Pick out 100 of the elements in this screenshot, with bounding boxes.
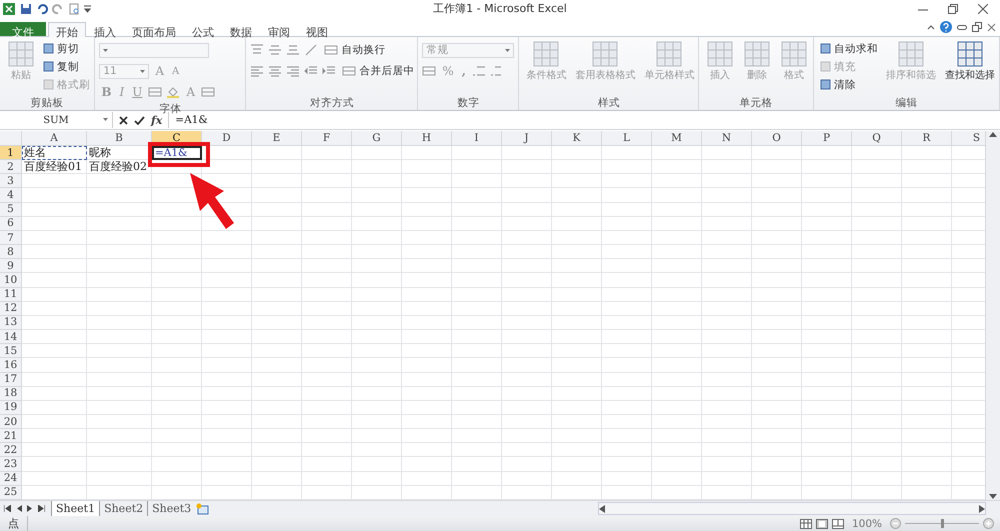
table-cell[interactable]: =A1& xyxy=(152,146,202,160)
insert-function-button[interactable]: fx xyxy=(151,114,162,126)
row-header[interactable]: 25 xyxy=(0,486,22,500)
table-cell[interactable]: 昵称 xyxy=(87,146,111,160)
cancel-icon xyxy=(119,116,128,124)
column-header[interactable]: E xyxy=(252,131,302,146)
ribbon-tab[interactable]: 审阅 xyxy=(260,22,298,36)
row-header[interactable]: 22 xyxy=(0,443,22,458)
page-layout-icon xyxy=(816,518,828,528)
row-header[interactable]: 18 xyxy=(0,386,22,401)
row-header[interactable]: 15 xyxy=(0,344,22,358)
column-header[interactable]: A xyxy=(22,131,87,146)
column-header[interactable]: O xyxy=(752,131,802,146)
row-header[interactable]: 11 xyxy=(0,288,22,302)
save-icon xyxy=(20,2,32,14)
column-header[interactable]: M xyxy=(652,131,702,146)
name-box[interactable]: SUM xyxy=(0,112,113,128)
ribbon-button[interactable]: 复制 xyxy=(41,58,92,75)
row-header[interactable]: 16 xyxy=(0,358,22,372)
collapse-ribbon-icon xyxy=(927,24,935,30)
group-label: 剪贴板 xyxy=(30,96,65,110)
zoom-in-icon xyxy=(983,518,994,529)
border-icon xyxy=(148,86,162,98)
ribbon-tab[interactable]: 视图 xyxy=(298,22,336,36)
row-header[interactable]: 9 xyxy=(0,259,22,274)
row-header[interactable]: 4 xyxy=(0,188,22,203)
center-align-icon xyxy=(268,65,282,77)
horizontal-scrollbar[interactable] xyxy=(598,502,986,515)
ribbon-tab[interactable]: 页面布局 xyxy=(124,22,184,36)
minimize-icon xyxy=(957,23,967,31)
previous-sheet-icon xyxy=(16,505,22,512)
middle-align-icon xyxy=(268,44,282,56)
top-align-icon xyxy=(250,44,264,56)
ribbon-button[interactable]: 自动求和 xyxy=(818,40,880,57)
caret-icon xyxy=(505,48,510,52)
group-label: 对齐方式 xyxy=(308,96,355,110)
column-header[interactable]: H xyxy=(402,131,452,146)
row-header[interactable]: 24 xyxy=(0,472,22,486)
row-header[interactable]: 21 xyxy=(0,429,22,444)
page-break-icon xyxy=(832,518,844,528)
ribbon-tab[interactable]: 公式 xyxy=(184,22,222,36)
redo-icon xyxy=(52,2,64,14)
right-align-icon xyxy=(286,65,300,77)
row-header[interactable]: 2 xyxy=(0,160,22,174)
ribbon-button[interactable]: 查找和选择 xyxy=(942,40,998,82)
next-sheet-icon xyxy=(27,505,33,512)
highlight-frame xyxy=(148,142,210,167)
column-header[interactable]: B xyxy=(87,131,152,146)
column-header[interactable]: L xyxy=(602,131,652,146)
column-header[interactable]: I xyxy=(452,131,502,146)
row-header[interactable]: 13 xyxy=(0,316,22,330)
row-header[interactable]: 14 xyxy=(0,330,22,344)
column-header[interactable]: G xyxy=(352,131,402,146)
table-cell[interactable]: 百度经验01 xyxy=(22,160,82,174)
row-header[interactable]: 20 xyxy=(0,414,22,430)
column-header[interactable]: D xyxy=(202,131,252,146)
ribbon-button[interactable]: 清除 xyxy=(818,76,880,93)
row-header[interactable]: 12 xyxy=(0,302,22,316)
row-header[interactable]: 1 xyxy=(0,146,22,160)
column-header[interactable]: F xyxy=(302,131,352,146)
caret-icon xyxy=(103,48,108,52)
row-header[interactable]: 8 xyxy=(0,245,22,260)
sheet-tab[interactable]: Sheet1 xyxy=(51,501,100,516)
orientation-icon xyxy=(304,44,318,56)
square-icon xyxy=(820,61,832,72)
row-header[interactable]: 5 xyxy=(0,202,22,217)
column-header[interactable]: S xyxy=(952,131,986,146)
ribbon-tab[interactable]: 插入 xyxy=(86,22,124,36)
row-header[interactable]: 19 xyxy=(0,400,22,415)
row-header[interactable]: 3 xyxy=(0,174,22,188)
grid-icon xyxy=(655,40,684,68)
zoom-slider[interactable] xyxy=(941,519,944,528)
group-label: 数字 xyxy=(456,96,480,110)
row-header[interactable]: 6 xyxy=(0,216,22,231)
group-label: 单元格 xyxy=(738,96,774,110)
customize-caret-icon xyxy=(84,4,91,12)
table-cell[interactable]: 百度经验02 xyxy=(87,160,147,174)
square-icon xyxy=(43,43,54,54)
insert-sheet-icon xyxy=(195,502,210,514)
grid-icon xyxy=(956,40,984,68)
row-header[interactable]: 23 xyxy=(0,457,22,472)
column-header[interactable]: P xyxy=(802,131,852,146)
column-header[interactable]: N xyxy=(702,131,752,146)
row-header[interactable]: 17 xyxy=(0,372,22,387)
table-cell[interactable]: 姓名 xyxy=(22,146,87,160)
column-header[interactable]: R xyxy=(902,131,952,146)
select-all-corner[interactable] xyxy=(0,131,22,146)
ribbon-button[interactable]: 剪切 xyxy=(41,40,92,57)
column-header[interactable]: Q xyxy=(852,131,902,146)
column-header[interactable]: K xyxy=(552,131,602,146)
formula-input[interactable]: =A1& xyxy=(169,114,208,126)
bottom-align-icon xyxy=(286,44,300,56)
ribbon-tab[interactable]: 数据 xyxy=(222,22,260,36)
row-header[interactable]: 7 xyxy=(0,230,22,246)
ribbon-tab[interactable]: 文件 xyxy=(0,22,46,36)
ribbon-tab[interactable]: 开始 xyxy=(48,22,86,37)
grid-icon xyxy=(706,40,734,68)
row-header[interactable]: 10 xyxy=(0,273,22,288)
restore-icon xyxy=(948,4,958,14)
column-header[interactable]: J xyxy=(502,131,552,146)
